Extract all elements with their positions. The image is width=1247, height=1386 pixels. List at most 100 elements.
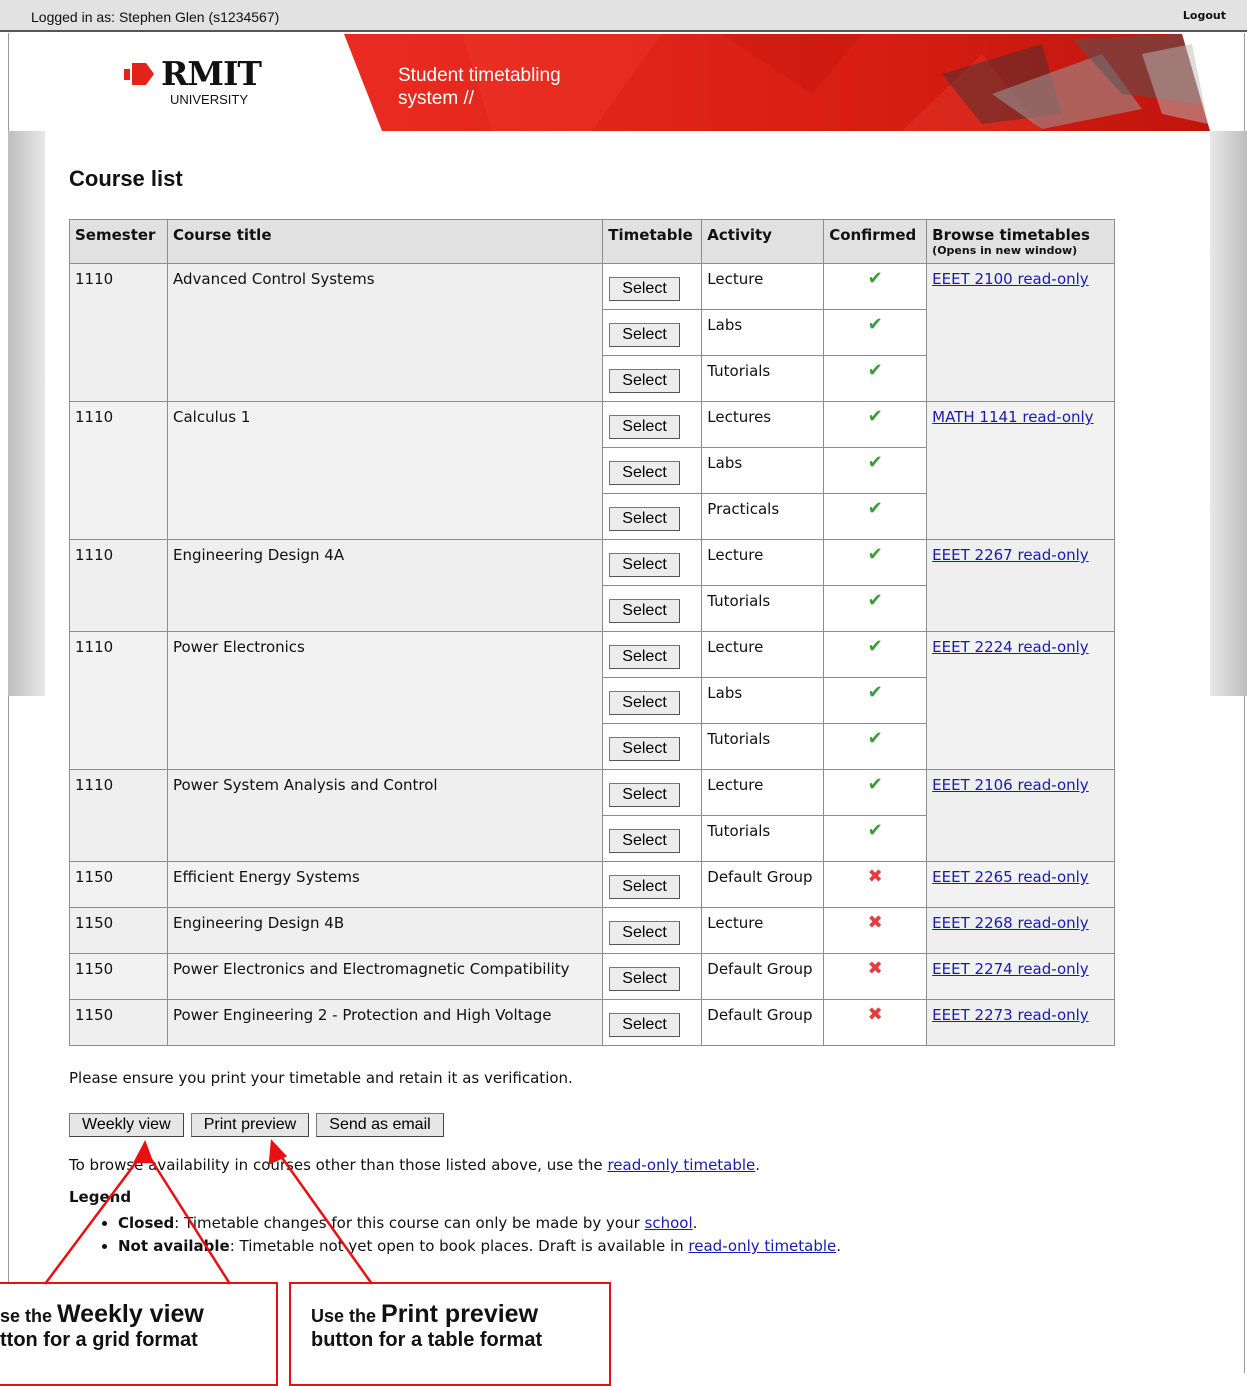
col-header-confirmed: Confirmed xyxy=(823,219,928,264)
read-only-link[interactable]: EEET 2265 read-only xyxy=(932,868,1089,886)
callout-weekly-line1: se the Weekly view xyxy=(0,1300,204,1328)
timetable-cell: Select xyxy=(602,355,703,402)
activity-cell: Labs xyxy=(701,677,825,724)
course-title-cell: Efficient Energy Systems xyxy=(166,861,604,908)
select-button[interactable]: Select xyxy=(609,691,680,715)
confirmed-cell: ✔ xyxy=(823,309,928,356)
browse-cell: EEET 2274 read-only xyxy=(926,953,1115,1000)
timetable-cell: Select xyxy=(602,631,703,678)
read-only-link[interactable]: EEET 2267 read-only xyxy=(932,546,1089,564)
confirmed-cell: ✖ xyxy=(823,999,928,1046)
legend-read-only-link[interactable]: read-only timetable xyxy=(688,1237,836,1255)
semester-cell: 1150 xyxy=(69,861,168,908)
select-button[interactable]: Select xyxy=(609,369,680,393)
course-title-cell: Power Electronics xyxy=(166,631,604,770)
timetable-cell: Select xyxy=(602,769,703,816)
browse-cell: MATH 1141 read-only xyxy=(926,401,1115,540)
callout-print-preview: Use the Print preview button for a table… xyxy=(289,1282,611,1386)
activity-cell: Tutorials xyxy=(701,585,825,632)
col-header-course-title: Course title xyxy=(166,219,604,264)
read-only-link[interactable]: EEET 2273 read-only xyxy=(932,1006,1089,1024)
send-email-button[interactable]: Send as email xyxy=(316,1113,444,1137)
logout-link[interactable]: Logout xyxy=(1183,9,1226,22)
table-row: 1110 Power Electronics Select Lecture ✔ EEET … xyxy=(69,631,1115,770)
callout-weekly-view: se the Weekly view tton for a grid forma… xyxy=(0,1282,278,1386)
legend-closed-end: . xyxy=(692,1214,698,1232)
timetable-cell: Select xyxy=(602,539,703,586)
select-button[interactable]: Select xyxy=(609,277,680,301)
select-button[interactable]: Select xyxy=(609,783,680,807)
browse-info-end: . xyxy=(755,1156,761,1174)
select-button[interactable]: Select xyxy=(609,967,680,991)
confirmed-cell: ✖ xyxy=(823,907,928,954)
legend-heading: Legend xyxy=(69,1188,132,1206)
confirmed-cell: ✔ xyxy=(823,447,928,494)
table-header-row: Semester Course title Timetable Activity… xyxy=(69,219,1115,264)
confirmed-cell: ✔ xyxy=(823,723,928,770)
weekly-view-button[interactable]: Weekly view xyxy=(69,1113,184,1137)
semester-cell: 1110 xyxy=(69,401,168,540)
timetable-cell: Select xyxy=(602,999,703,1046)
read-only-link[interactable]: EEET 2268 read-only xyxy=(932,914,1089,932)
select-button[interactable]: Select xyxy=(609,645,680,669)
course-title-cell: Calculus 1 xyxy=(166,401,604,540)
select-button[interactable]: Select xyxy=(609,415,680,439)
action-buttons: Weekly view Print preview Send as email xyxy=(69,1113,446,1137)
browse-header-label: Browse timetables xyxy=(932,226,1090,244)
semester-cell: 1150 xyxy=(69,999,168,1046)
select-button[interactable]: Select xyxy=(609,553,680,577)
side-gradient-right xyxy=(1210,131,1247,696)
read-only-link[interactable]: EEET 2106 read-only xyxy=(932,776,1089,794)
select-button[interactable]: Select xyxy=(609,507,680,531)
top-bar: Logged in as: Stephen Glen (s1234567) Lo… xyxy=(0,0,1247,32)
school-link[interactable]: school xyxy=(645,1214,693,1232)
read-only-link[interactable]: MATH 1141 read-only xyxy=(932,408,1093,426)
semester-cell: 1150 xyxy=(69,953,168,1000)
course-title-cell: Engineering Design 4B xyxy=(166,907,604,954)
select-button[interactable]: Select xyxy=(609,599,680,623)
legend-item-not-available: Not available: Timetable not yet open to… xyxy=(118,1237,841,1255)
semester-cell: 1110 xyxy=(69,539,168,632)
table-row: 1150 Power Electronics and Electromagneti… xyxy=(69,953,1115,1000)
activity-cell: Lecture xyxy=(701,539,825,586)
legend-item-closed: Closed: Timetable changes for this cours… xyxy=(118,1214,841,1232)
read-only-timetable-link[interactable]: read-only timetable xyxy=(607,1156,755,1174)
read-only-link[interactable]: EEET 2100 read-only xyxy=(932,270,1089,288)
activity-cell: Lecture xyxy=(701,769,825,816)
check-icon: ✔ xyxy=(867,452,883,473)
read-only-link[interactable]: EEET 2274 read-only xyxy=(932,960,1089,978)
timetable-cell: Select xyxy=(602,493,703,540)
browse-cell: EEET 2100 read-only xyxy=(926,263,1115,402)
rmit-logo-icon xyxy=(124,63,154,85)
confirmed-cell: ✖ xyxy=(823,861,928,908)
callout-print-line1: Use the Print preview xyxy=(311,1300,539,1328)
activity-cell: Labs xyxy=(701,309,825,356)
table-row: 1150 Efficient Energy Systems Select Defaul… xyxy=(69,861,1115,908)
confirmed-cell: ✔ xyxy=(823,677,928,724)
confirmed-cell: ✔ xyxy=(823,815,928,862)
page-title: Course list xyxy=(69,166,183,191)
semester-cell: 1150 xyxy=(69,907,168,954)
check-icon: ✔ xyxy=(867,498,883,519)
read-only-link[interactable]: EEET 2224 read-only xyxy=(932,638,1089,656)
select-button[interactable]: Select xyxy=(609,829,680,853)
activity-cell: Lecture xyxy=(701,263,825,310)
timetable-cell: Select xyxy=(602,953,703,1000)
logo-name: RMIT xyxy=(161,54,262,93)
table-row: 1110 Engineering Design 4A Select Lecture ✔ E… xyxy=(69,539,1115,632)
print-preview-button[interactable]: Print preview xyxy=(190,1113,310,1137)
timetable-cell: Select xyxy=(602,309,703,356)
browse-cell: EEET 2267 read-only xyxy=(926,539,1115,632)
select-button[interactable]: Select xyxy=(609,323,680,347)
select-button[interactable]: Select xyxy=(609,461,680,485)
confirmed-cell: ✖ xyxy=(823,953,928,1000)
check-icon: ✔ xyxy=(867,544,883,565)
col-header-activity: Activity xyxy=(701,219,825,264)
table-row: 1110 Power System Analysis and Control Sel… xyxy=(69,769,1115,862)
browse-cell: EEET 2268 read-only xyxy=(926,907,1115,954)
select-button[interactable]: Select xyxy=(609,737,680,761)
select-button[interactable]: Select xyxy=(609,1013,680,1037)
select-button[interactable]: Select xyxy=(609,921,680,945)
select-button[interactable]: Select xyxy=(609,875,680,899)
col-header-semester: Semester xyxy=(69,219,168,264)
